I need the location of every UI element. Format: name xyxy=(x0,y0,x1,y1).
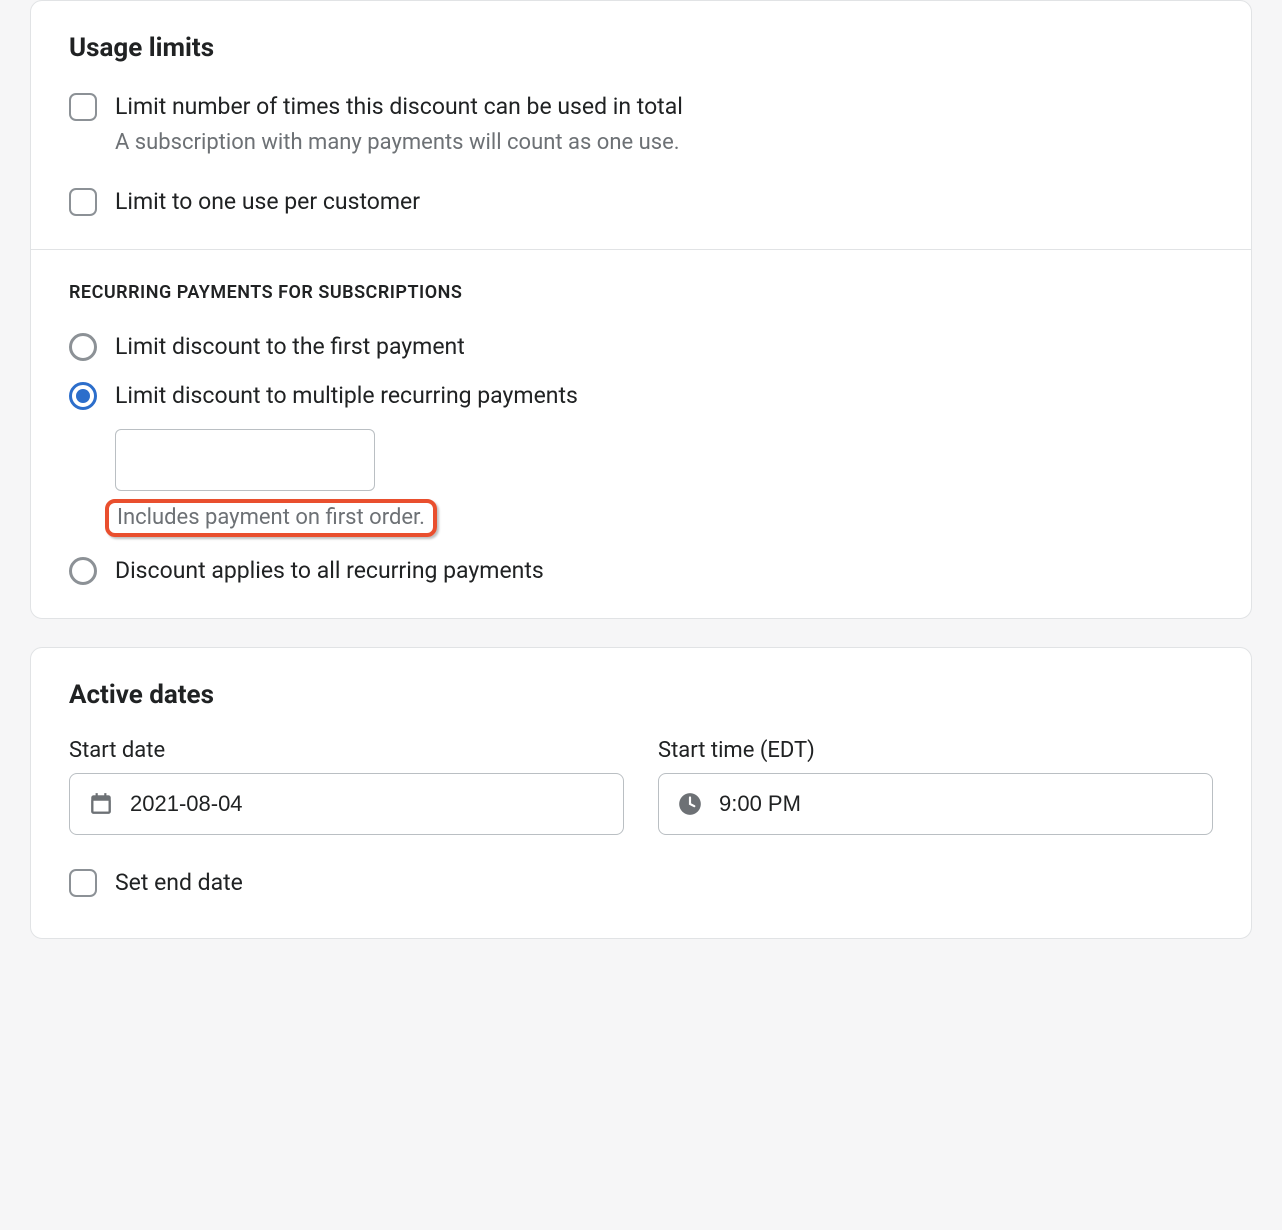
radio-label-multiple-recurring: Limit discount to multiple recurring pay… xyxy=(115,380,1213,411)
radio-label-all-recurring: Discount applies to all recurring paymen… xyxy=(115,555,1213,586)
checkbox-sub-limit-total: A subscription with many payments will c… xyxy=(115,128,1213,158)
start-time-input-wrap[interactable] xyxy=(658,773,1213,835)
start-date-label: Start date xyxy=(69,738,624,763)
checkbox-label-limit-total: Limit number of times this discount can … xyxy=(115,91,1213,122)
active-dates-card: Active dates Start date Sta xyxy=(30,647,1252,939)
usage-limits-title: Usage limits xyxy=(69,33,1213,63)
start-time-field: Start time (EDT) xyxy=(658,738,1213,835)
radio-first-payment[interactable] xyxy=(69,333,97,361)
multiple-recurring-indent: Includes payment on first order. xyxy=(115,429,1213,537)
usage-limits-card: Usage limits Limit number of times this … xyxy=(30,0,1252,619)
recurring-section: RECURRING PAYMENTS FOR SUBSCRIPTIONS Lim… xyxy=(31,250,1251,619)
checkbox-label-set-end-date: Set end date xyxy=(115,867,1213,898)
checkbox-text-limit-total: Limit number of times this discount can … xyxy=(115,91,1213,158)
helper-highlight: Includes payment on first order. xyxy=(105,499,437,537)
checkbox-label-limit-per-customer: Limit to one use per customer xyxy=(115,186,1213,217)
recurring-heading: RECURRING PAYMENTS FOR SUBSCRIPTIONS xyxy=(69,282,1213,303)
calendar-icon xyxy=(88,791,114,817)
radio-row-multiple-recurring: Limit discount to multiple recurring pay… xyxy=(69,380,1213,411)
active-dates-title: Active dates xyxy=(69,680,1213,710)
checkbox-row-limit-per-customer: Limit to one use per customer xyxy=(69,186,1213,217)
active-dates-section: Active dates Start date Sta xyxy=(31,648,1251,938)
start-date-input-wrap[interactable] xyxy=(69,773,624,835)
radio-row-first-payment: Limit discount to the first payment xyxy=(69,331,1213,362)
checkbox-row-set-end-date: Set end date xyxy=(69,867,1213,898)
checkbox-limit-total[interactable] xyxy=(69,93,97,121)
start-time-label: Start time (EDT) xyxy=(658,738,1213,763)
recurring-radio-group: Limit discount to the first payment Limi… xyxy=(69,331,1213,587)
radio-multiple-recurring[interactable] xyxy=(69,382,97,410)
checkbox-row-limit-total: Limit number of times this discount can … xyxy=(69,91,1213,158)
radio-row-all-recurring: Discount applies to all recurring paymen… xyxy=(69,555,1213,586)
start-date-input[interactable] xyxy=(130,791,605,817)
helper-text: Includes payment on first order. xyxy=(117,505,425,530)
checkbox-limit-per-customer[interactable] xyxy=(69,188,97,216)
multiple-recurring-input[interactable] xyxy=(115,429,375,491)
clock-icon xyxy=(677,791,703,817)
date-time-row: Start date Start time (EDT) xyxy=(69,738,1213,835)
start-time-input[interactable] xyxy=(719,791,1194,817)
start-date-field: Start date xyxy=(69,738,624,835)
radio-label-first-payment: Limit discount to the first payment xyxy=(115,331,1213,362)
checkbox-text-limit-per-customer: Limit to one use per customer xyxy=(115,186,1213,217)
usage-limits-section: Usage limits Limit number of times this … xyxy=(31,1,1251,249)
radio-all-recurring[interactable] xyxy=(69,557,97,585)
checkbox-set-end-date[interactable] xyxy=(69,869,97,897)
